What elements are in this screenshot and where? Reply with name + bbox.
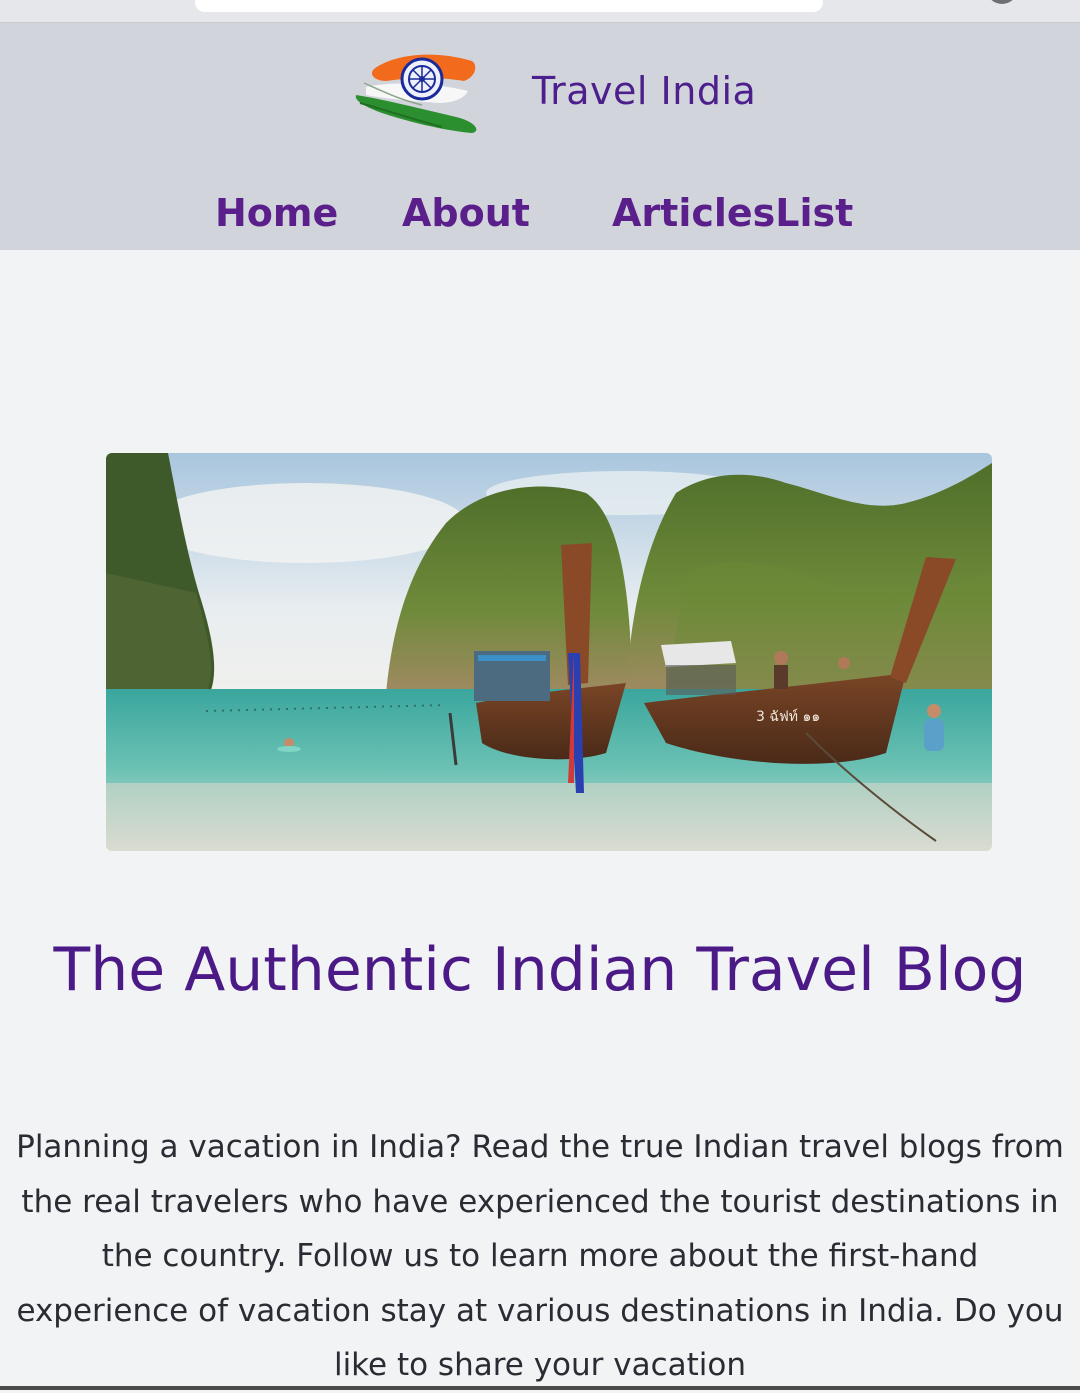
nav-home-link[interactable]: Home: [215, 191, 338, 235]
profile-icon[interactable]: [986, 0, 1018, 4]
site-title[interactable]: Travel India: [532, 69, 756, 113]
india-flag-emblem-icon[interactable]: [352, 47, 488, 135]
hero-image: 3 ฉัฟท์ ๑๑: [106, 453, 992, 851]
nav-about-link[interactable]: About: [402, 191, 530, 235]
svg-text:3 ฉัฟท์ ๑๑: 3 ฉัฟท์ ๑๑: [756, 708, 820, 725]
intro-paragraph: Planning a vacation in India? Read the t…: [16, 1129, 1064, 1383]
viewport-bottom-edge: [0, 1386, 1080, 1390]
site-header: Travel India Home About ArticlesList: [0, 23, 1080, 250]
main-nav: Home About ArticlesList: [0, 191, 1080, 241]
address-bar[interactable]: [195, 0, 823, 12]
longtail-boats-beach-photo: 3 ฉัฟท์ ๑๑: [106, 453, 992, 851]
page-title: The Authentic Indian Travel Blog: [53, 935, 1027, 1005]
nav-articles-list-link[interactable]: ArticlesList: [612, 191, 853, 235]
browser-top-strip: [0, 0, 1080, 23]
